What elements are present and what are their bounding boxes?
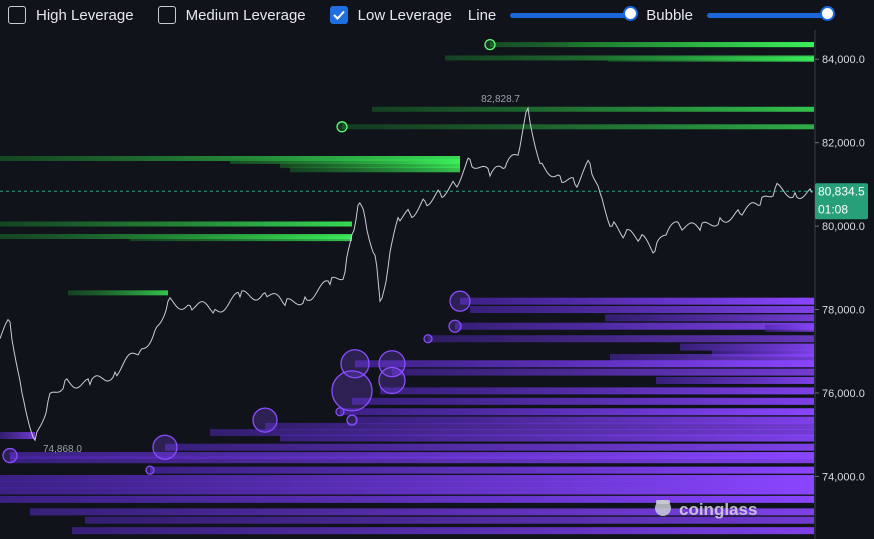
liq-bubble-14 [145,465,155,475]
y-tick-label-2: 78,000.0 [822,305,865,317]
high-price-label: 82,828.7 [481,94,520,105]
current-price-value: 80,834.5 [818,184,865,198]
long-liq-line-25 [0,481,814,489]
long-liq-line-3 [455,322,814,330]
y-tick-label-1: 76,000.0 [822,388,865,400]
y-axis-panel [815,30,874,539]
high-price-annotation: 82,828.7 [481,94,520,105]
liq-bubble-0 [484,38,496,51]
y-tick-label-3: 80,000.0 [822,221,865,233]
short-liq-line-13 [68,290,168,296]
long-liq-line-10 [392,368,814,376]
liq-bubble-7 [252,407,278,433]
y-tick-label-5: 84,000.0 [822,54,865,66]
long-liq-line-20 [165,443,814,451]
short-liq-line-12 [130,236,352,242]
long-liq-line-26 [0,487,814,495]
liq-bubble-2 [449,290,471,312]
watermark-text: coinglass [679,500,757,519]
long-liq-line-18 [280,434,814,442]
long-liq-line-4 [765,324,814,332]
long-liq-line-2 [605,314,814,322]
liq-bubble-10 [448,319,462,333]
low-price-label: 74,868.0 [43,444,82,455]
short-liq-line-10 [0,221,352,227]
long-liq-line-6 [680,343,814,351]
long-liq-line-19 [0,432,35,440]
long-liq-line-11 [656,376,814,384]
long-liq-line-30 [72,527,814,535]
liq-bubble-6 [331,370,373,412]
long-liq-line-9 [355,360,814,368]
short-liq-line-5 [342,124,814,130]
long-liq-line-5 [428,335,814,343]
liq-bubble-13 [346,414,358,426]
long-liq-line-12 [380,387,814,395]
long-liq-line-16 [265,422,814,430]
liquidation-lines [0,42,814,535]
liq-bubble-8 [152,434,178,460]
long-liq-line-15 [355,416,814,424]
y-tick-label-0: 74,000.0 [822,471,865,483]
liq-bubble-11 [423,334,433,344]
long-liq-line-22 [10,456,814,464]
liq-bubble-1 [336,121,348,133]
short-liq-line-4 [372,106,814,112]
long-liq-line-23 [150,466,814,474]
short-liq-line-9 [290,167,460,173]
coinglass-logo-icon [655,500,671,516]
long-liq-line-8 [610,354,814,362]
long-liq-line-24 [0,475,814,483]
long-liq-line-1 [470,306,814,314]
low-price-annotation: 74,868.0 [43,444,82,455]
short-liq-line-1 [568,42,814,48]
long-liq-line-13 [352,397,814,405]
current-price-badge: 80,834.5 01:08 [815,183,868,220]
short-liq-line-3 [608,56,814,62]
current-price-timer: 01:08 [818,202,848,216]
liq-bubble-5 [378,366,406,395]
liq-bubble-12 [335,407,345,417]
liq-bubble-9 [2,447,18,464]
long-liq-line-14 [340,408,814,416]
liquidation-heatmap-chart[interactable]: 82,828.7 74,868.0 74,000.0 76,000.0 78,000… [0,0,874,539]
long-liq-line-0 [460,297,814,305]
y-tick-label-4: 82,000.0 [822,138,865,150]
